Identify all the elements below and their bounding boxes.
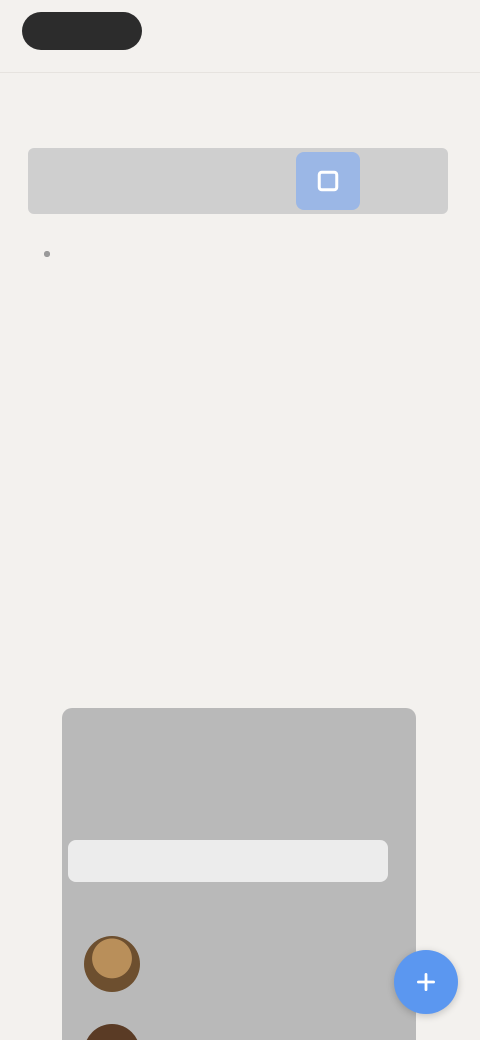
article <box>28 110 448 257</box>
avatar <box>84 1024 140 1040</box>
screenshot-row-text <box>154 1032 374 1040</box>
top-bar <box>0 0 480 70</box>
screenshot-search-field <box>68 840 388 882</box>
floating-action-button[interactable] <box>394 950 458 1014</box>
toolbar-banner-image <box>28 148 448 214</box>
square-icon <box>317 170 339 192</box>
plus-icon <box>417 973 435 991</box>
header-divider <box>0 72 480 73</box>
back-button[interactable] <box>22 12 142 50</box>
avatar <box>84 936 140 992</box>
screenshot-row-text <box>154 946 374 964</box>
embedded-app-screenshot <box>62 708 416 1040</box>
highlighted-toolbar-button <box>296 152 360 210</box>
